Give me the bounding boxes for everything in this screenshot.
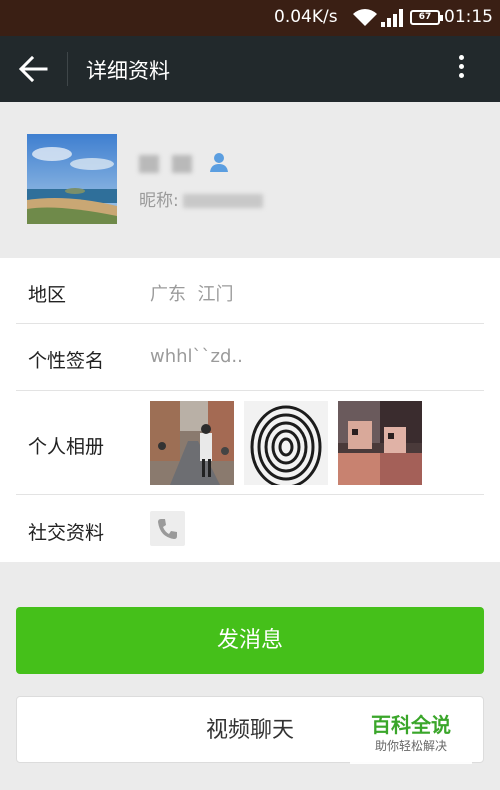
wifi-icon bbox=[353, 9, 377, 26]
send-message-button[interactable]: 发消息 bbox=[16, 607, 484, 674]
profile-details: 地区 广东 江门 个性签名 whhl``zd.. 个人相册 社交资料 bbox=[0, 258, 500, 562]
clock: 01:15 bbox=[444, 7, 493, 27]
user-icon bbox=[210, 153, 228, 172]
watermark-title: 百科全说 bbox=[371, 713, 451, 737]
profile-name bbox=[139, 153, 193, 177]
title-divider bbox=[67, 52, 68, 86]
signature-row: 个性签名 whhl``zd.. bbox=[0, 324, 500, 391]
album-row[interactable]: 个人相册 bbox=[0, 391, 500, 495]
region-row: 地区 广东 江门 bbox=[0, 258, 500, 324]
social-label: 社交资料 bbox=[28, 522, 105, 544]
phone-icon[interactable] bbox=[150, 511, 185, 546]
blurred-name bbox=[139, 154, 159, 173]
title-bar: 详细资料 bbox=[0, 36, 500, 102]
status-bar: 0.04K/s 67 01:15 bbox=[0, 0, 500, 36]
region-value: 广东 江门 bbox=[150, 284, 234, 305]
profile-header: 昵称: bbox=[0, 102, 500, 258]
region-label: 地区 bbox=[28, 284, 67, 306]
network-speed: 0.04K/s bbox=[274, 7, 338, 27]
watermark-subtitle: 助你轻松解决 bbox=[374, 739, 447, 753]
watermark: 百科全说 助你轻松解决 bbox=[350, 712, 472, 764]
battery-icon: 67 bbox=[410, 10, 443, 25]
signal-icon bbox=[381, 9, 403, 27]
blurred-name bbox=[172, 154, 193, 173]
album-photo-fingerprint[interactable] bbox=[244, 401, 328, 485]
nickname-label: 昵称: bbox=[139, 191, 179, 211]
album-photo-street[interactable] bbox=[150, 401, 234, 485]
nickname-row: 昵称: bbox=[139, 186, 263, 211]
signature-label: 个性签名 bbox=[28, 350, 105, 372]
album-label: 个人相册 bbox=[28, 436, 105, 458]
signature-value: whhl``zd.. bbox=[150, 346, 243, 367]
blurred-nickname bbox=[182, 194, 263, 208]
social-row[interactable]: 社交资料 bbox=[0, 495, 500, 562]
avatar[interactable] bbox=[27, 134, 117, 224]
album-photo-people[interactable] bbox=[338, 401, 422, 485]
page-title: 详细资料 bbox=[86, 59, 170, 83]
more-options-icon[interactable] bbox=[450, 52, 472, 86]
back-arrow-icon[interactable] bbox=[18, 55, 48, 83]
